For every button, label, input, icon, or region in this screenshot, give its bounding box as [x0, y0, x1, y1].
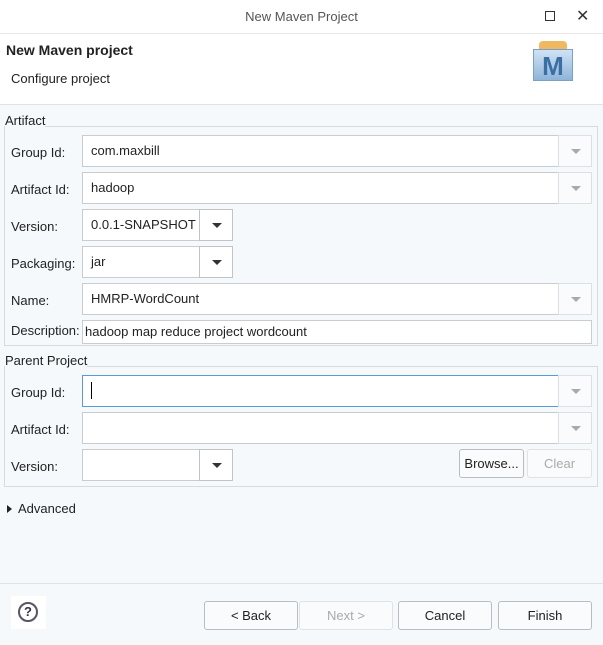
page-subtitle: Configure project [11, 71, 110, 86]
parent-version-dropdown[interactable] [199, 449, 233, 481]
wizard-header: New Maven project Configure project M [0, 34, 603, 105]
back-button[interactable]: < Back [204, 601, 298, 630]
page-title: New Maven project [6, 42, 133, 58]
artifact-group-label: Artifact [5, 113, 46, 128]
name-dropdown[interactable] [558, 283, 592, 315]
clear-button[interactable]: Clear [527, 449, 592, 478]
advanced-label: Advanced [18, 501, 76, 516]
version-combo[interactable]: 0.0.1-SNAPSHOT [82, 209, 200, 241]
finish-button[interactable]: Finish [498, 601, 592, 630]
description-input[interactable]: hadoop map reduce project wordcount [82, 320, 592, 344]
parent-group-id-dropdown[interactable] [558, 375, 592, 407]
parent-project-label: Parent Project [5, 353, 88, 368]
version-dropdown[interactable] [199, 209, 233, 241]
advanced-expander[interactable]: Advanced [7, 501, 76, 516]
parent-group-id-input[interactable] [82, 375, 559, 407]
title-bar: New Maven Project ✕ [0, 0, 603, 34]
name-input[interactable]: HMRP-WordCount [82, 283, 559, 315]
packaging-label: Packaging: [11, 256, 76, 271]
maximize-icon[interactable] [545, 11, 555, 21]
packaging-combo[interactable]: jar [82, 246, 200, 278]
packaging-dropdown[interactable] [199, 246, 233, 278]
artifact-id-input[interactable]: hadoop [82, 172, 559, 204]
parent-version-combo[interactable] [82, 449, 200, 481]
version-label: Version: [11, 219, 58, 234]
close-icon[interactable]: ✕ [576, 6, 589, 26]
parent-artifact-id-input[interactable] [82, 412, 559, 444]
browse-button[interactable]: Browse... [459, 449, 524, 478]
group-id-dropdown[interactable] [558, 135, 592, 167]
window-title: New Maven Project [245, 9, 358, 24]
help-icon: ? [18, 602, 38, 622]
cancel-button[interactable]: Cancel [398, 601, 492, 630]
footer-divider [0, 583, 603, 584]
artifact-id-label: Artifact Id: [11, 182, 70, 197]
help-button[interactable]: ? [11, 596, 46, 629]
name-label: Name: [11, 293, 50, 308]
expand-arrow-icon [7, 505, 12, 513]
group-id-label: Group Id: [11, 145, 66, 160]
artifact-id-dropdown[interactable] [558, 172, 592, 204]
parent-artifact-id-label: Artifact Id: [11, 422, 70, 437]
parent-version-label: Version: [11, 459, 58, 474]
parent-artifact-id-dropdown[interactable] [558, 412, 592, 444]
parent-group-id-label: Group Id: [11, 385, 66, 400]
group-id-input[interactable]: com.maxbill [82, 135, 559, 167]
next-button[interactable]: Next > [299, 601, 393, 630]
text-cursor [91, 382, 92, 399]
maven-logo-icon: M [533, 41, 573, 81]
description-label: Description: [11, 323, 80, 338]
